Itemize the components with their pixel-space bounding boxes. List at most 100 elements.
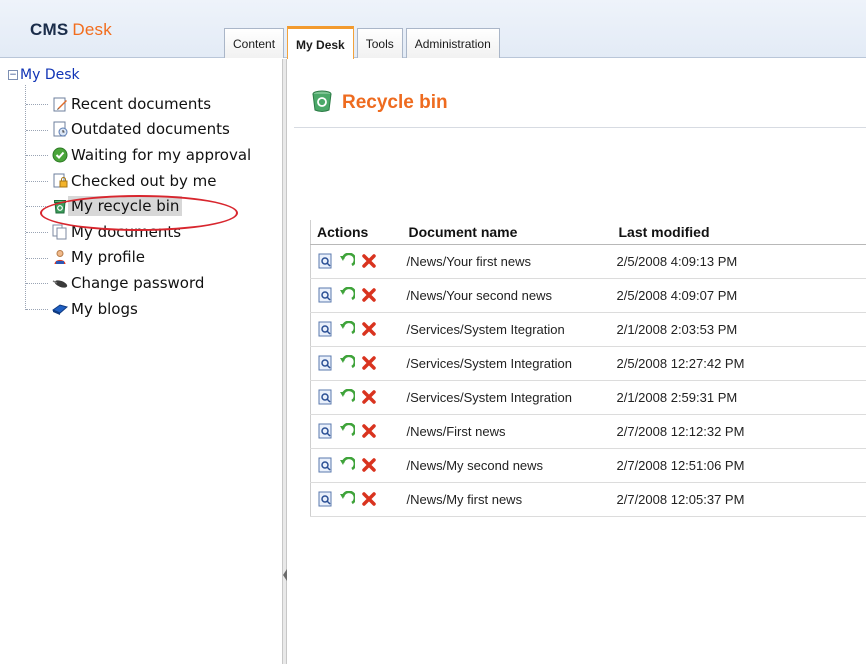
- main-tabs: Content My Desk Tools Administration: [224, 25, 503, 59]
- table-row: /News/My second news 2/7/2008 12:51:06 PM: [310, 448, 866, 483]
- view-icon[interactable]: [317, 389, 333, 405]
- tree-item-recent-documents[interactable]: Recent documents: [12, 91, 251, 117]
- document-name-cell: /News/Your second news: [402, 278, 613, 313]
- restore-icon[interactable]: [339, 354, 357, 371]
- tree-item-label: Waiting for my approval: [71, 145, 252, 164]
- tree-item-my-profile[interactable]: My profile: [12, 245, 251, 271]
- delete-icon[interactable]: [361, 321, 377, 337]
- row-actions: [310, 380, 403, 415]
- tree-root-label[interactable]: My Desk: [20, 67, 80, 83]
- tree-item-my-blogs[interactable]: My blogs: [12, 296, 251, 322]
- page-header: Recycle bin: [310, 89, 448, 117]
- recent-documents-icon: [52, 96, 68, 112]
- last-modified-cell: 2/5/2008 12:27:42 PM: [612, 346, 866, 381]
- document-name-cell: /Services/System Integration: [402, 346, 613, 381]
- restore-icon[interactable]: [339, 320, 357, 337]
- tree-item-change-password[interactable]: Change password: [12, 270, 251, 296]
- delete-icon[interactable]: [361, 253, 377, 269]
- table-row: /Services/System Integration 2/5/2008 12:…: [310, 346, 866, 381]
- tree-item-label: Change password: [71, 273, 205, 292]
- restore-icon[interactable]: [339, 252, 357, 269]
- row-actions: [310, 244, 403, 279]
- profile-icon: [52, 249, 68, 265]
- document-name-cell: /News/My second news: [402, 448, 613, 483]
- tree-root[interactable]: − My Desk: [8, 67, 80, 83]
- row-actions: [310, 278, 403, 313]
- document-name-cell: /News/First news: [402, 414, 613, 449]
- table-row: /News/Your first news 2/5/2008 4:09:13 PM: [310, 244, 866, 279]
- tree-item-checked-out-by-me[interactable]: Checked out by me: [12, 168, 251, 194]
- view-icon[interactable]: [317, 491, 333, 507]
- last-modified-cell: 2/7/2008 12:51:06 PM: [612, 448, 866, 483]
- approval-icon: [52, 147, 68, 163]
- column-header-document-name[interactable]: Document name: [402, 220, 613, 245]
- document-name-cell: /News/My first news: [402, 482, 613, 517]
- restore-icon[interactable]: [339, 422, 357, 439]
- column-header-last-modified[interactable]: Last modified: [612, 220, 866, 245]
- delete-icon[interactable]: [361, 287, 377, 303]
- delete-icon[interactable]: [361, 491, 377, 507]
- view-icon[interactable]: [317, 287, 333, 303]
- checked-out-icon: [52, 173, 68, 189]
- table-row: /Services/System Integration 2/1/2008 2:5…: [310, 380, 866, 415]
- logo-desk-text: Desk: [72, 20, 112, 39]
- delete-icon[interactable]: [361, 457, 377, 473]
- document-name-cell: /News/Your first news: [402, 244, 613, 279]
- tree-item-label: Recent documents: [71, 94, 212, 113]
- view-icon[interactable]: [317, 321, 333, 337]
- sidebar-splitter[interactable]: [282, 59, 287, 664]
- restore-icon[interactable]: [339, 286, 357, 303]
- tree-item-label: My blogs: [71, 299, 138, 318]
- last-modified-cell: 2/7/2008 12:05:37 PM: [612, 482, 866, 517]
- logo-cms-text: CMS: [30, 20, 69, 39]
- tab-content[interactable]: Content: [224, 28, 285, 58]
- recycle-bin-table: Actions Document name Last modified /New…: [310, 220, 866, 517]
- last-modified-cell: 2/5/2008 4:09:13 PM: [612, 244, 866, 279]
- tree-item-label: Checked out by me: [71, 171, 217, 190]
- table-header-row: Actions Document name Last modified: [310, 220, 866, 245]
- restore-icon[interactable]: [339, 456, 357, 473]
- restore-icon[interactable]: [339, 388, 357, 405]
- row-actions: [310, 414, 403, 449]
- tab-tools[interactable]: Tools: [356, 28, 403, 58]
- outdated-documents-icon: [52, 121, 68, 137]
- password-icon: [52, 275, 68, 291]
- restore-icon[interactable]: [339, 490, 357, 507]
- delete-icon[interactable]: [361, 423, 377, 439]
- column-header-actions: Actions: [310, 220, 403, 245]
- tab-my-desk[interactable]: My Desk: [287, 26, 354, 59]
- row-actions: [310, 312, 403, 347]
- main-content: Recycle bin Actions Document name Last m…: [288, 59, 866, 664]
- recycle-bin-title-icon: [310, 89, 334, 117]
- view-icon[interactable]: [317, 423, 333, 439]
- last-modified-cell: 2/1/2008 2:03:53 PM: [612, 312, 866, 347]
- delete-icon[interactable]: [361, 355, 377, 371]
- tree-item-outdated-documents[interactable]: Outdated documents: [12, 117, 251, 143]
- my-documents-icon: [52, 224, 68, 240]
- header: CMS Desk Content My Desk Tools Administra…: [0, 0, 866, 59]
- tree-item-label: Outdated documents: [71, 120, 230, 139]
- title-divider: [294, 127, 866, 128]
- collapse-icon[interactable]: −: [8, 70, 18, 80]
- blogs-icon: [52, 301, 68, 317]
- document-name-cell: /Services/System Itegration: [402, 312, 613, 347]
- tab-administration[interactable]: Administration: [405, 28, 500, 58]
- cms-desk-window: CMS Desk Content My Desk Tools Administra…: [0, 0, 866, 664]
- highlight-annotation-ellipse: [40, 195, 238, 231]
- delete-icon[interactable]: [361, 389, 377, 405]
- last-modified-cell: 2/5/2008 4:09:07 PM: [612, 278, 866, 313]
- sidebar-tree: − My Desk Recent documents Outdated docu…: [0, 59, 282, 664]
- row-actions: [310, 482, 403, 517]
- cms-desk-logo: CMS Desk: [30, 20, 112, 40]
- view-icon[interactable]: [317, 253, 333, 269]
- collapse-arrow-icon[interactable]: [283, 569, 287, 581]
- table-row: /News/My first news 2/7/2008 12:05:37 PM: [310, 482, 866, 517]
- view-icon[interactable]: [317, 355, 333, 371]
- document-name-cell: /Services/System Integration: [402, 380, 613, 415]
- last-modified-cell: 2/7/2008 12:12:32 PM: [612, 414, 866, 449]
- view-icon[interactable]: [317, 457, 333, 473]
- row-actions: [310, 346, 403, 381]
- row-actions: [310, 448, 403, 483]
- page-title: Recycle bin: [342, 92, 448, 113]
- tree-item-waiting-for-approval[interactable]: Waiting for my approval: [12, 142, 251, 168]
